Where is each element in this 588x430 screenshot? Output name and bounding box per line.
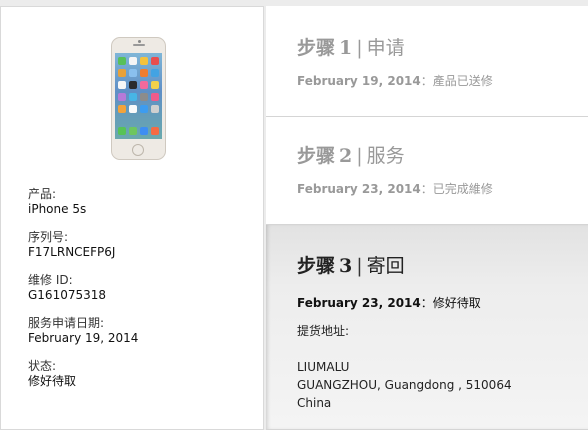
step-prefix: 步骤 [297,145,336,167]
serial-value: F17LRNCEFP6J [28,245,116,259]
step-name: 寄回 [366,255,405,277]
iphone-image [111,37,166,160]
status-value: 修好待取 [28,374,77,388]
home-button [132,144,144,156]
repair-id-value: G161075318 [28,288,107,302]
step-separator: | [356,255,363,277]
pickup-address-label: 提货地址: [297,324,350,338]
address-line-3: China [297,396,332,410]
step-status: ：產品已送修 [420,74,493,88]
step-prefix: 步骤 [297,255,336,277]
request-date-value: February 19, 2014 [28,331,139,345]
step-status: ：已完成維修 [420,182,493,196]
step-subtitle: February 23, 2014：已完成維修 [297,180,493,197]
device-info: 产品: iPhone 5s 序列号: F17LRNCEFP6J 维修 ID: G… [28,187,258,402]
step-date: February 19, 2014 [297,74,421,88]
step-number: 2 [339,145,353,167]
pickup-address: LIUMALU GUANGZHOU, Guangdong , 510064 Ch… [297,358,512,412]
repair-steps: 步骤 1 | 申请 February 19, 2014：產品已送修 步骤 2 | 服务 Fe… [266,6,588,430]
step-number: 3 [339,255,353,277]
step-name: 申请 [366,37,405,59]
step-title: 步骤 1 | 申请 [297,33,405,60]
step-title: 步骤 2 | 服务 [297,141,405,168]
serial-label: 序列号: [28,230,69,244]
step-status: ：修好待取 [420,296,481,310]
repair-id-label: 维修 ID: [28,273,73,287]
status-label: 状态: [28,359,57,373]
step-1: 步骤 1 | 申请 February 19, 2014：產品已送修 [266,6,588,117]
step-3-active: 步骤 3 | 寄回 February 23, 2014：修好待取 提货地址: LIUM… [266,225,588,430]
address-line-1: LIUMALU [297,360,350,374]
speaker-slot [133,44,145,46]
step-prefix: 步骤 [297,37,336,59]
step-separator: | [356,145,363,167]
address-line-2: GUANGZHOU, Guangdong , 510064 [297,378,512,392]
step-subtitle: February 23, 2014：修好待取 [297,294,481,311]
product-value: iPhone 5s [28,202,87,216]
device-panel: 产品: iPhone 5s 序列号: F17LRNCEFP6J 维修 ID: G… [0,6,264,430]
phone-screen [115,53,162,139]
request-date-label: 服务申请日期: [28,316,105,330]
step-separator: | [356,37,363,59]
step-2: 步骤 2 | 服务 February 23, 2014：已完成維修 [266,117,588,225]
step-number: 1 [339,37,353,59]
product-label: 产品: [28,187,57,201]
step-name: 服务 [366,145,405,167]
step-subtitle: February 19, 2014：產品已送修 [297,72,493,89]
step-date: February 23, 2014 [297,296,421,310]
camera-dot [138,40,141,43]
step-date: February 23, 2014 [297,182,421,196]
step-title: 步骤 3 | 寄回 [297,251,405,278]
